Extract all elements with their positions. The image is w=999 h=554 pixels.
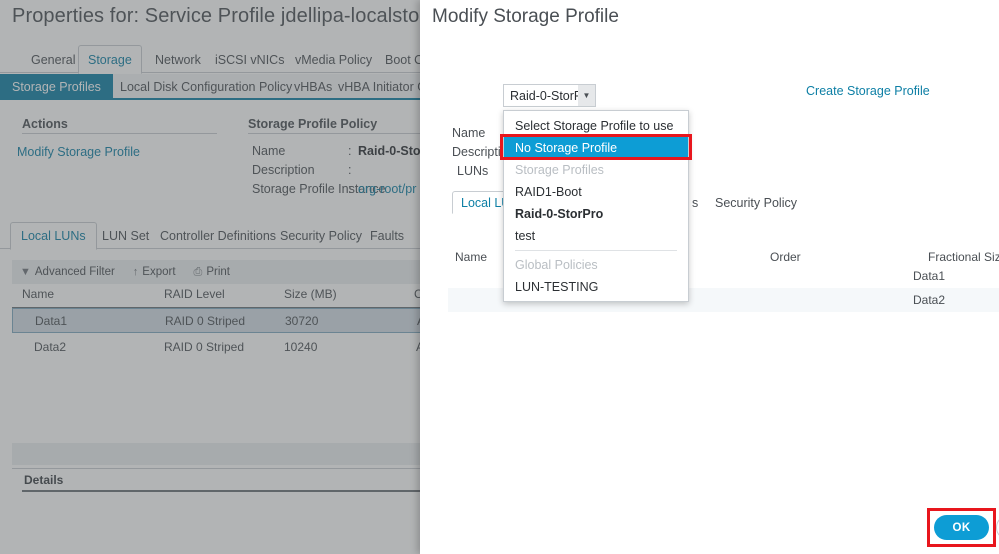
dialog-detail-tab-partial[interactable]: s bbox=[692, 192, 698, 214]
policy-instance-colon: : bbox=[348, 182, 352, 196]
dialog-title: Modify Storage Profile bbox=[432, 6, 619, 27]
cell-raid: RAID 0 Striped bbox=[165, 314, 246, 328]
policy-description-label: Description bbox=[252, 163, 315, 177]
tab-vmedia-policy[interactable]: vMedia Policy bbox=[286, 46, 381, 73]
tab-storage[interactable]: Storage bbox=[78, 45, 142, 74]
dropdown-item[interactable]: No Storage Profile bbox=[504, 137, 688, 159]
details-heading: Details bbox=[24, 473, 64, 487]
cell-size: 30720 bbox=[285, 314, 319, 328]
detail-tab-faults[interactable]: Faults bbox=[360, 223, 414, 249]
export-button[interactable]: ↑ Export bbox=[133, 266, 176, 278]
storage-profile-select[interactable]: Raid-0-StorPro ▼ bbox=[503, 84, 596, 107]
printer-icon: ⎙ bbox=[193, 265, 203, 278]
ok-button[interactable]: OK bbox=[934, 515, 989, 540]
policy-name-value: Raid-0-Sto bbox=[358, 144, 421, 158]
subtab-storage-profiles[interactable]: Storage Profiles bbox=[0, 74, 113, 100]
dropdown-group-label: Global Policies bbox=[515, 258, 598, 272]
dropdown-group-label: Storage Profiles bbox=[515, 163, 604, 177]
column-header-size[interactable]: Size (MB) bbox=[284, 287, 337, 301]
dialog-detail-tab-security-policy[interactable]: Security Policy bbox=[715, 192, 797, 214]
actions-heading: Actions bbox=[22, 117, 68, 131]
dialog-luns-label: LUNs bbox=[457, 164, 489, 178]
cell-name: Data2 bbox=[913, 293, 946, 307]
dropdown-item[interactable]: test bbox=[504, 225, 688, 247]
subtab-local-disk-config-policy[interactable]: Local Disk Configuration Policy bbox=[108, 74, 304, 100]
storage-profile-policy-heading: Storage Profile Policy bbox=[248, 117, 378, 131]
cell-size: 10240 bbox=[284, 340, 318, 354]
cell-name: Data2 bbox=[34, 340, 67, 354]
detail-tab-security-policy[interactable]: Security Policy bbox=[270, 223, 372, 249]
policy-name-label: Name bbox=[252, 144, 286, 158]
storage-profile-dropdown-menu[interactable]: Select Storage Profile to use No Storage … bbox=[503, 110, 689, 302]
print-button[interactable]: ⎙ Print bbox=[194, 266, 230, 278]
page-title: Properties for: Service Profile jdellipa… bbox=[12, 5, 460, 27]
policy-description-colon: : bbox=[348, 163, 352, 177]
tab-general[interactable]: General bbox=[22, 46, 84, 73]
detail-tab-local-luns[interactable]: Local LUNs bbox=[10, 222, 97, 250]
dropdown-separator bbox=[515, 250, 677, 251]
dialog-column-header-name[interactable]: Name bbox=[455, 250, 487, 264]
column-header-name[interactable]: Name bbox=[22, 287, 54, 301]
cell-name: Data1 bbox=[913, 269, 946, 283]
dropdown-item[interactable]: LUN-TESTING bbox=[504, 276, 688, 298]
policy-name-colon: : bbox=[348, 144, 352, 158]
column-header-raid-level[interactable]: RAID Level bbox=[164, 287, 225, 301]
detail-tab-controller-definitions[interactable]: Controller Definitions bbox=[150, 223, 286, 249]
dropdown-item[interactable]: Raid-0-StorPro bbox=[504, 203, 688, 225]
cell-name: Data1 bbox=[35, 314, 68, 328]
dialog-column-header-order[interactable]: Order bbox=[770, 250, 801, 264]
create-storage-profile-link[interactable]: Create Storage Profile bbox=[806, 84, 930, 98]
policy-divider bbox=[248, 133, 438, 134]
export-up-arrow-icon: ↑ bbox=[132, 265, 139, 278]
dialog-column-header-fractional-size[interactable]: Fractional Size ( bbox=[928, 250, 999, 264]
tab-iscsi-vnics[interactable]: iSCSI vNICs bbox=[206, 46, 293, 73]
dropdown-item[interactable]: RAID1-Boot bbox=[504, 181, 688, 203]
modify-storage-profile-link[interactable]: Modify Storage Profile bbox=[17, 145, 140, 159]
actions-divider bbox=[22, 133, 217, 134]
advanced-filter-button[interactable]: ▼ Advanced Filter bbox=[20, 266, 115, 278]
cell-raid: RAID 0 Striped bbox=[164, 340, 245, 354]
tab-network[interactable]: Network bbox=[146, 46, 210, 73]
dropdown-item[interactable]: Select Storage Profile to use bbox=[504, 115, 688, 137]
policy-instance-value[interactable]: org-root/pr bbox=[358, 182, 416, 196]
chevron-down-icon[interactable]: ▼ bbox=[578, 85, 595, 106]
dialog-name-label: Name bbox=[452, 126, 486, 140]
filter-icon: ▼ bbox=[20, 265, 31, 278]
